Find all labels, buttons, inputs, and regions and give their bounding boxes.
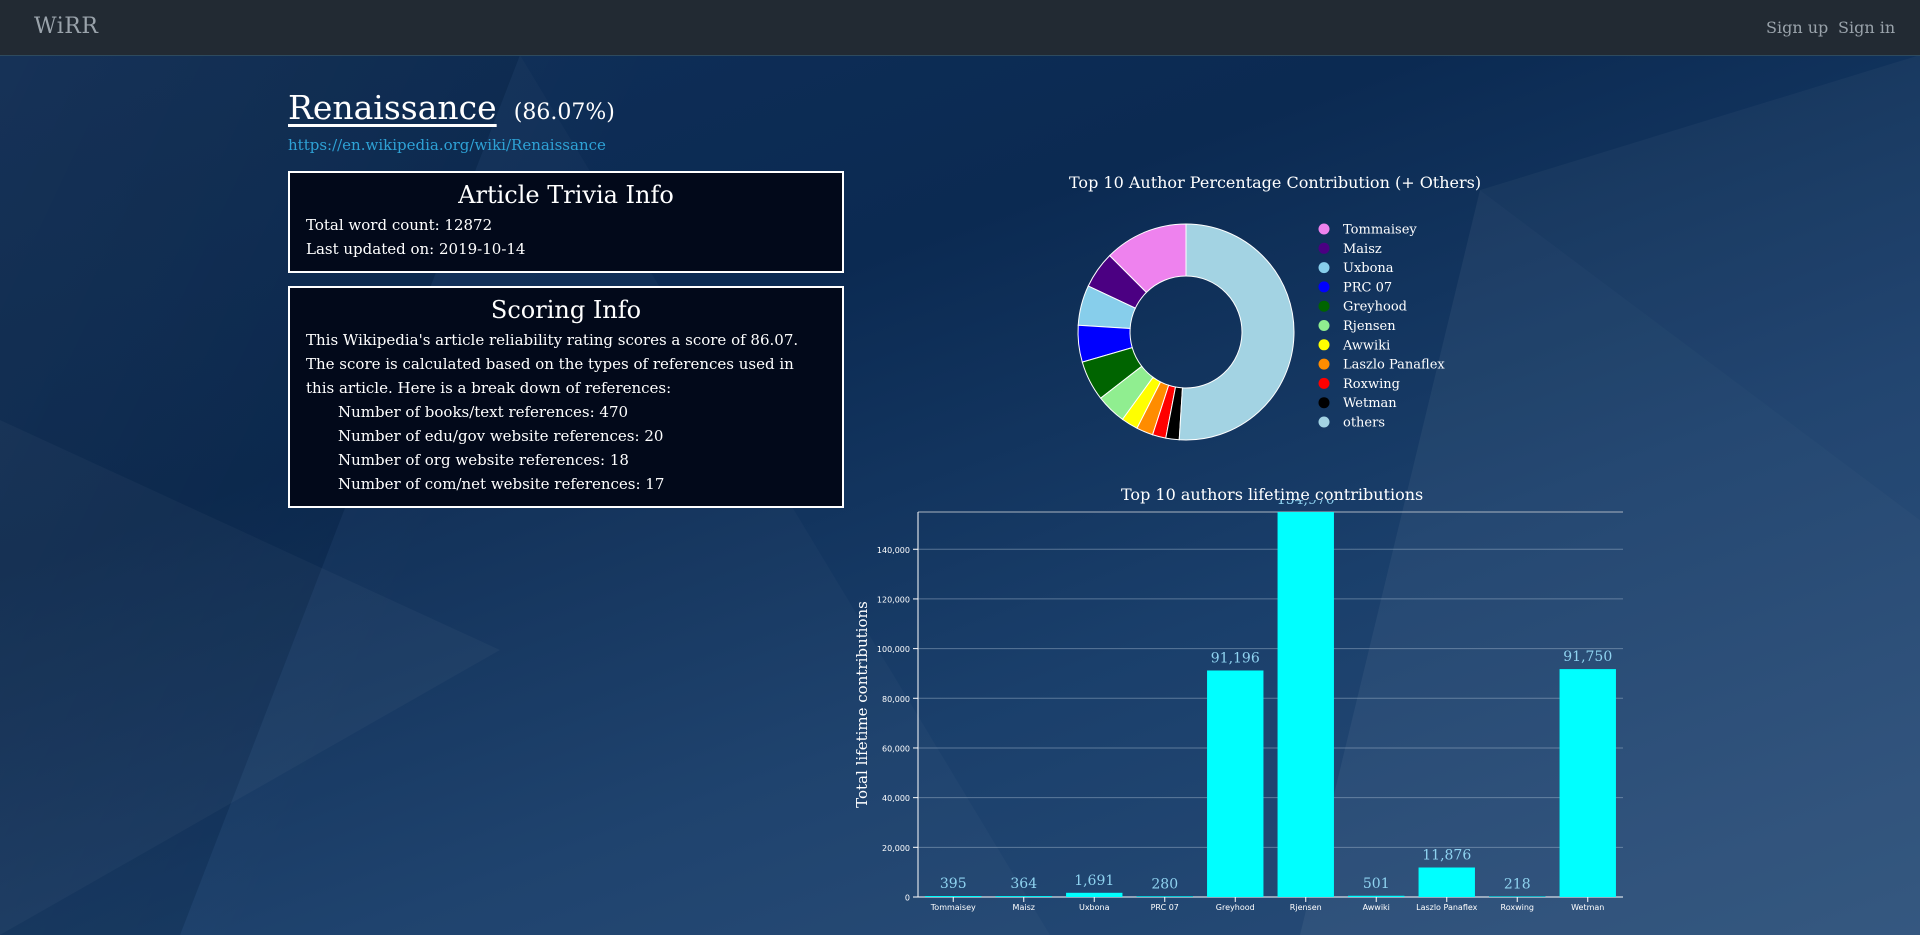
y-tick-label: 40,000 [882,794,910,803]
y-tick-label: 120,000 [877,595,910,604]
bar-value-label: 501 [1363,876,1390,892]
article-score: (86.07%) [513,100,615,125]
bar-value-label: 11,876 [1422,848,1471,864]
bar-prc-07[interactable] [1136,896,1193,897]
x-tick-label: Roxwing [1501,903,1535,912]
brand-logo[interactable]: WiRR [34,14,98,39]
bar-value-label: 154,970 [1277,500,1335,508]
bar-tommaisey[interactable] [925,896,982,897]
bar-chart: 0 20,000 40,000 60,000 80,000 100,000 120,000 1… [853,500,1623,912]
legend-label-others: others [1343,416,1385,431]
bar-value-label: 280 [1151,876,1178,892]
legend-label-prc-07: PRC 07 [1343,280,1392,295]
x-tick-label: Awwiki [1363,903,1390,912]
legend-swatch-others [1318,416,1330,428]
legend-swatch-maisz [1318,242,1330,254]
legend-label-rjensen: Rjensen [1343,319,1396,334]
trivia-panel: Article Trivia Info Total word count: 12… [288,171,844,273]
y-tick-label: 20,000 [882,844,910,853]
bar-greyhood[interactable] [1207,670,1264,897]
legend-label-maisz: Maisz [1343,242,1382,257]
bar-value-label: 91,750 [1563,649,1612,665]
reference-item-org: Number of org website references: 18 [338,451,629,469]
donut-chart-title: Top 10 Author Percentage Contribution (+… [1069,173,1482,192]
reference-item-comnet: Number of com/net website references: 17 [338,475,665,493]
x-tick-label: PRC 07 [1151,903,1179,912]
bar-roxwing[interactable] [1489,896,1546,897]
donut-chart: Tommaisey Maisz Uxbona PRC 07 Greyhood Rjense… [1077,223,1445,441]
scoring-description: This Wikipedia's article reliability rat… [306,331,799,397]
bar-value-label: 91,196 [1211,650,1260,666]
article-header: Renaissance (86.07%) [288,88,615,127]
legend-label-laszlo-panaflex: Laszlo Panaflex [1343,358,1445,373]
last-updated: Last updated on: 2019-10-14 [306,240,526,258]
bar-maisz[interactable] [995,896,1052,897]
bar-value-label: 395 [940,876,967,892]
bar-value-label: 1,691 [1074,873,1114,889]
bar-wetman[interactable] [1559,669,1616,897]
legend-swatch-prc-07 [1318,281,1330,293]
y-tick-label: 100,000 [877,645,910,654]
legend-label-tommaisey: Tommaisey [1343,223,1417,238]
legend-label-greyhood: Greyhood [1343,300,1407,315]
y-tick-label: 0 [905,894,910,903]
x-tick-label: Wetman [1571,903,1604,912]
x-tick-label: Maisz [1013,903,1035,912]
legend-swatch-rjensen [1318,320,1330,331]
legend-swatch-uxbona [1318,262,1330,274]
legend-swatch-wetman [1318,397,1330,409]
y-tick-label: 140,000 [877,546,910,555]
x-tick-label: Rjensen [1290,903,1322,912]
legend-label-awwiki: Awwiki [1342,338,1390,353]
scoring-heading: Scoring Info [490,296,642,324]
y-tick-label: 80,000 [882,695,910,704]
y-axis-title: Total lifetime contributions [853,601,871,808]
x-tick-label: Greyhood [1216,903,1255,912]
reference-item-books: Number of books/text references: 470 [338,403,629,421]
x-tick-label: Laszlo Panaflex [1416,903,1478,912]
legend-swatch-laszlo-panaflex [1318,358,1330,370]
legend-swatch-roxwing [1318,377,1330,389]
legend-label-wetman: Wetman [1343,396,1397,411]
signin-link[interactable]: Sign in [1838,18,1895,37]
reference-list: Number of books/text references: 470 Num… [306,400,826,496]
signup-link[interactable]: Sign up [1766,18,1828,37]
bar-awwiki[interactable] [1348,895,1405,897]
x-tick-label: Tommaisey [930,903,976,912]
bar-laszlo-panaflex[interactable] [1418,867,1475,897]
trivia-heading: Article Trivia Info [458,181,674,209]
article-title: Renaissance [288,88,497,127]
wikipedia-link[interactable]: https://en.wikipedia.org/wiki/Renaissanc… [288,136,606,154]
bar-value-label: 218 [1504,876,1531,892]
scoring-panel: Scoring Info This Wikipedia's article re… [288,286,844,508]
legend-label-uxbona: Uxbona [1343,261,1394,276]
bar-uxbona[interactable] [1066,892,1123,897]
bar-value-label: 364 [1010,876,1037,892]
donut-slice-others[interactable] [1178,223,1295,441]
reference-item-edugov: Number of edu/gov website references: 20 [338,427,664,445]
legend-swatch-tommaisey [1318,223,1330,235]
legend-swatch-awwiki [1318,339,1330,351]
top-navbar: WiRR Sign up Sign in [0,0,1920,56]
y-tick-label: 60,000 [882,744,910,753]
legend-swatch-greyhood [1318,300,1330,312]
x-tick-label: Uxbona [1079,903,1110,912]
legend-label-roxwing: Roxwing [1343,377,1400,392]
word-count: Total word count: 12872 [306,216,493,234]
bar-rjensen[interactable] [1277,512,1334,897]
